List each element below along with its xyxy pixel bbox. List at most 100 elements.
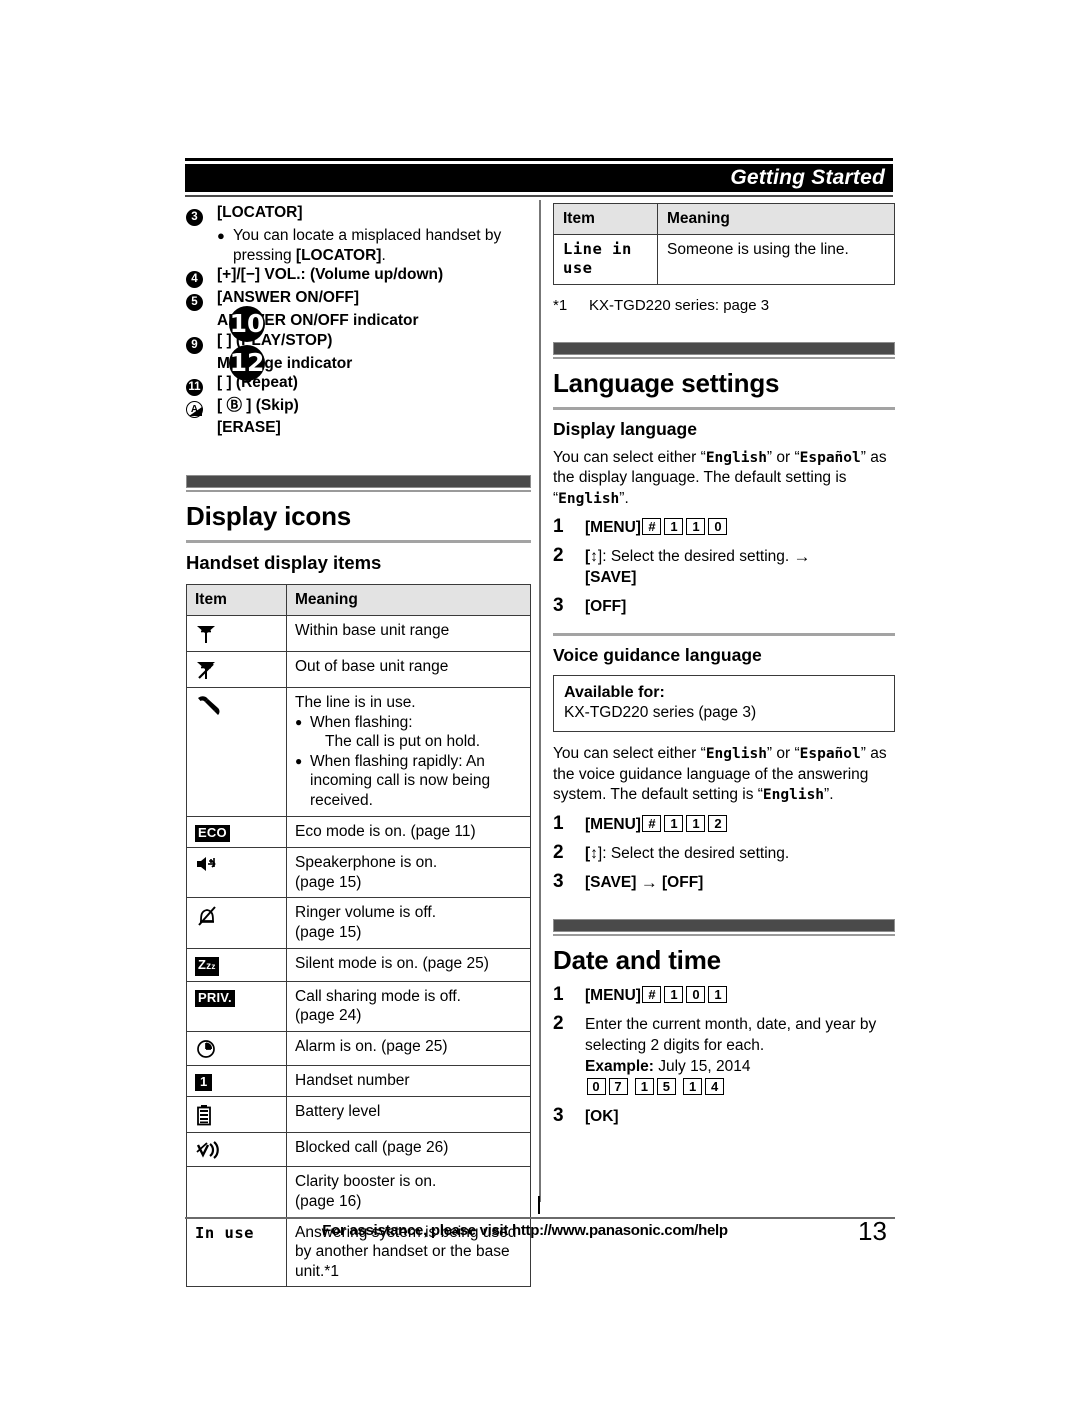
cell-icon-privacy: PRIV. — [186, 980, 287, 1032]
cell-icon-blocked-call — [186, 1132, 287, 1168]
display-icons-table: Item Meaning Within base unit range Out … — [186, 584, 531, 1288]
save-key-label: [SAVE] — [585, 873, 637, 891]
step-body: [SAVE] → [OFF] — [585, 871, 895, 893]
display-language-paragraph: You can select either “English” or “Espa… — [553, 448, 895, 510]
callout-list: 3 [LOCATOR] ● You can locate a misplaced… — [186, 203, 531, 437]
step-3: 3 [OK] — [553, 1105, 895, 1127]
cell-icon-silent-mode: Zzz — [186, 947, 287, 982]
arrow-icon: → — [640, 872, 658, 892]
callout-label-answer-on-off: [ANSWER ON/OFF] — [217, 289, 360, 307]
subsection-title-voice-guidance: Voice guidance language — [553, 645, 762, 666]
bullet-icon: ● — [295, 714, 303, 729]
overlap-circled-number-12-icon: 12 — [229, 345, 265, 381]
keypad-key-icon: 1 — [664, 518, 684, 536]
section-subrule — [186, 540, 531, 544]
corner-mark-icon — [189, 407, 202, 416]
para-part: ” or “ — [766, 745, 800, 763]
table-row: Line in use Someone is using the line. — [553, 233, 895, 285]
alarm-clock-icon — [197, 1039, 215, 1058]
table-row: The line is in use. ● When flashing: The… — [186, 687, 531, 817]
cell-meaning-line-in-use: The line is in use. ● When flashing: The… — [286, 687, 531, 817]
table-row: PRIV. Call sharing mode is off. (page 24… — [186, 980, 531, 1032]
cell-item-line-in-use: Line in use — [553, 233, 658, 285]
keypad-key-icon: 0 — [686, 985, 706, 1003]
circled-number-icon: 11 — [186, 379, 203, 396]
table-header-item: Item — [553, 203, 658, 235]
header-bottom-rule — [185, 195, 893, 197]
section-bar — [553, 918, 895, 932]
keypad-key-icon: 7 — [608, 1077, 628, 1095]
footer-rule — [185, 1217, 895, 1219]
date-and-time-section: Date and time 1 [MENU] #1 0 1 2 Enter the c… — [553, 918, 895, 1127]
keypad-key-icon: 4 — [705, 1077, 725, 1095]
bullet-icon: ● — [295, 753, 303, 768]
table-row: Blocked call (page 26) — [186, 1132, 531, 1168]
cell-icon-handset-number: 1 — [186, 1064, 287, 1098]
table-row: Speakerphone is on. (page 15) — [186, 847, 531, 899]
cell-meaning-main: The line is in use. — [295, 694, 416, 711]
callout-number-9: 9 — [186, 331, 217, 354]
step-body: Enter the current month, date, and year … — [585, 1013, 895, 1098]
section-subrule — [553, 406, 895, 410]
cell-icon-antenna-in-range — [186, 615, 287, 652]
example-value: July 15, 2014 — [658, 1057, 751, 1075]
keypad-key-icon: 2 — [708, 814, 728, 832]
date-and-time-steps: 1 [MENU] #1 0 1 2 Enter the current month, … — [553, 984, 895, 1127]
step-3: 3 [OFF] — [553, 595, 895, 617]
keypad-key-icon: 1 — [686, 814, 706, 832]
blocked-call-icon — [196, 1141, 219, 1160]
left-column: 3 [LOCATOR] ● You can locate a misplaced… — [186, 203, 531, 1288]
keypad-key-icon: 1 — [708, 985, 728, 1003]
callout-number-3: 3 — [186, 203, 217, 226]
table-row: Alarm is on. (page 25) — [186, 1030, 531, 1066]
subsection-title-handset-display-items: Handset display items — [186, 552, 382, 574]
cell-bullet-list: ● When flashing: The call is put on hold… — [295, 713, 522, 811]
para-part: ”. — [619, 489, 629, 507]
available-for-label: Available for: — [564, 684, 665, 702]
cell-icon-antenna-out-of-range — [186, 651, 287, 688]
subsection-title-display-language: Display language — [553, 418, 697, 439]
table-header-row: Item Meaning — [553, 203, 895, 235]
cell-meaning: Someone is using the line. — [657, 233, 895, 285]
footer-tick-mark — [538, 1196, 540, 1214]
step-number: 2 — [553, 545, 564, 567]
keypad-key-icon: 0 — [586, 1077, 606, 1095]
step-number: 1 — [553, 812, 564, 834]
callout-label-locator: [LOCATOR] — [217, 204, 303, 221]
ringer-off-icon — [198, 906, 216, 927]
step-2: 2 Enter the current month, date, and yea… — [553, 1013, 895, 1098]
table-header-meaning: Meaning — [657, 203, 895, 235]
para-code-espanol: Español — [799, 746, 861, 763]
section-bar-underline — [553, 933, 895, 936]
cell-meaning: Silent mode is on. (page 25) — [286, 947, 531, 982]
section-bar-underline — [186, 490, 531, 493]
para-code-english: English — [762, 787, 825, 804]
table-header-row: Item Meaning — [186, 584, 531, 616]
nav-updown-icon: ↕ — [590, 844, 598, 862]
step-number: 2 — [553, 841, 564, 863]
section-bar — [553, 341, 895, 355]
table-header-meaning: Meaning — [286, 584, 531, 616]
table-row: Battery level — [186, 1096, 531, 1134]
keypad-key-icon: 1 — [664, 985, 684, 1003]
menu-key-label: [MENU] — [585, 986, 641, 1004]
step-body: [MENU] #1 0 1 — [585, 984, 895, 1006]
cell-icon-eco: ECO — [186, 815, 287, 849]
off-key-label: [OFF] — [662, 873, 704, 891]
header-top-rule — [185, 158, 893, 161]
footnote: *1 KX-TGD220 series: page 3 — [553, 297, 895, 314]
keypad-key-icon: 1 — [686, 518, 706, 536]
cell-meaning: Battery level — [286, 1096, 531, 1134]
callout-item-3: 3 [LOCATOR] — [186, 203, 531, 226]
para-code-espanol: Español — [799, 449, 861, 466]
page-title: Getting Started — [730, 166, 885, 189]
cell-meaning: Within base unit range — [286, 615, 531, 652]
step-3: 3 [SAVE] → [OFF] — [553, 871, 895, 893]
callout-item-erase: [ERASE] — [186, 418, 531, 437]
circled-number-icon: 4 — [186, 271, 203, 289]
callout-subnote-text: You can locate a misplaced handset by pr… — [233, 227, 502, 264]
section-title-language-settings: Language settings — [553, 367, 780, 398]
footnote-text: KX-TGD220 series: page 3 — [589, 296, 770, 314]
step-1: 1 [MENU] #1 1 2 — [553, 813, 895, 835]
table-row: ECO Eco mode is on. (page 11) — [186, 815, 531, 849]
